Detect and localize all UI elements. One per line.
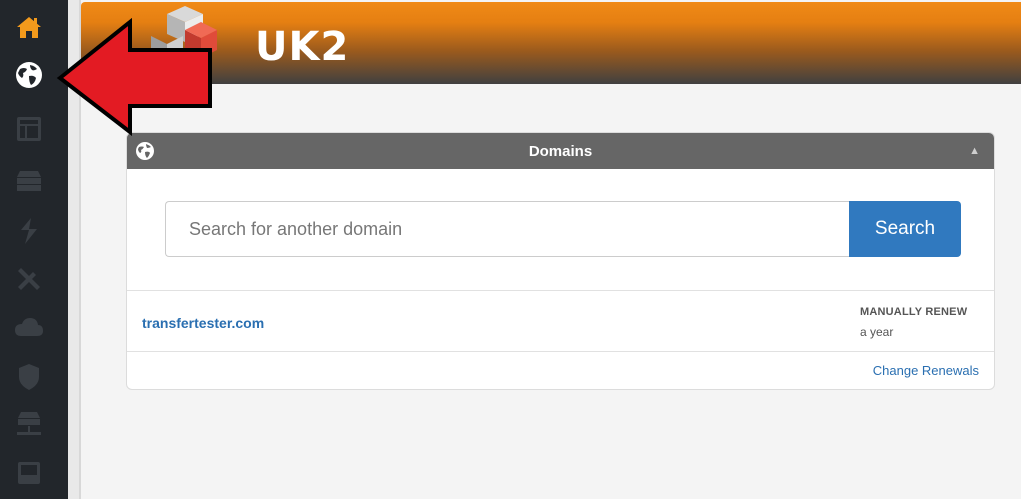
domains-panel: Domains ▲ Search transfertester.com MANU…	[126, 132, 995, 390]
panel-header: Domains ▲	[127, 133, 994, 169]
renewal-status: MANUALLY RENEW	[860, 306, 968, 318]
annotation-arrow-icon	[56, 18, 212, 136]
layout-icon	[17, 117, 41, 141]
network-server-icon	[17, 412, 41, 435]
panel-title: Domains	[528, 142, 593, 160]
ssl-icon	[21, 218, 37, 244]
sidebar-item-network[interactable]	[12, 408, 46, 442]
cloud-icon	[15, 318, 43, 336]
domain-link[interactable]: transfertester.com	[142, 315, 264, 331]
sidebar-item-cloud[interactable]	[12, 310, 46, 344]
domain-search-form: Search	[165, 201, 961, 257]
sidebar-item-hosting[interactable]	[12, 112, 46, 146]
globe-icon	[136, 142, 154, 160]
domain-row: transfertester.com MANUALLY RENEW a year	[127, 290, 994, 352]
top-header: UK2	[81, 2, 1021, 84]
logo-text: UK2	[255, 24, 350, 70]
sidebar-item-domains[interactable]	[12, 58, 46, 92]
change-renewals-link[interactable]: Change Renewals	[873, 363, 979, 378]
drive-icon	[18, 462, 40, 484]
collapse-chevron-icon[interactable]: ▲	[969, 145, 980, 157]
home-icon	[17, 17, 41, 38]
shield-icon	[19, 364, 39, 390]
sidebar-item-backup[interactable]	[12, 456, 46, 490]
sidebar-item-servers[interactable]	[12, 164, 46, 198]
server-stack-icon	[17, 171, 41, 191]
globe-icon	[16, 62, 42, 88]
sidebar-item-tools[interactable]	[12, 262, 46, 296]
sidebar-item-ssl[interactable]	[12, 214, 46, 248]
renewal-period: a year	[860, 325, 894, 339]
search-button[interactable]: Search	[849, 201, 961, 257]
sidebar-item-home[interactable]	[12, 10, 46, 44]
tools-icon	[18, 268, 40, 290]
sidebar-item-security[interactable]	[12, 360, 46, 394]
domain-search-input[interactable]	[165, 201, 849, 257]
